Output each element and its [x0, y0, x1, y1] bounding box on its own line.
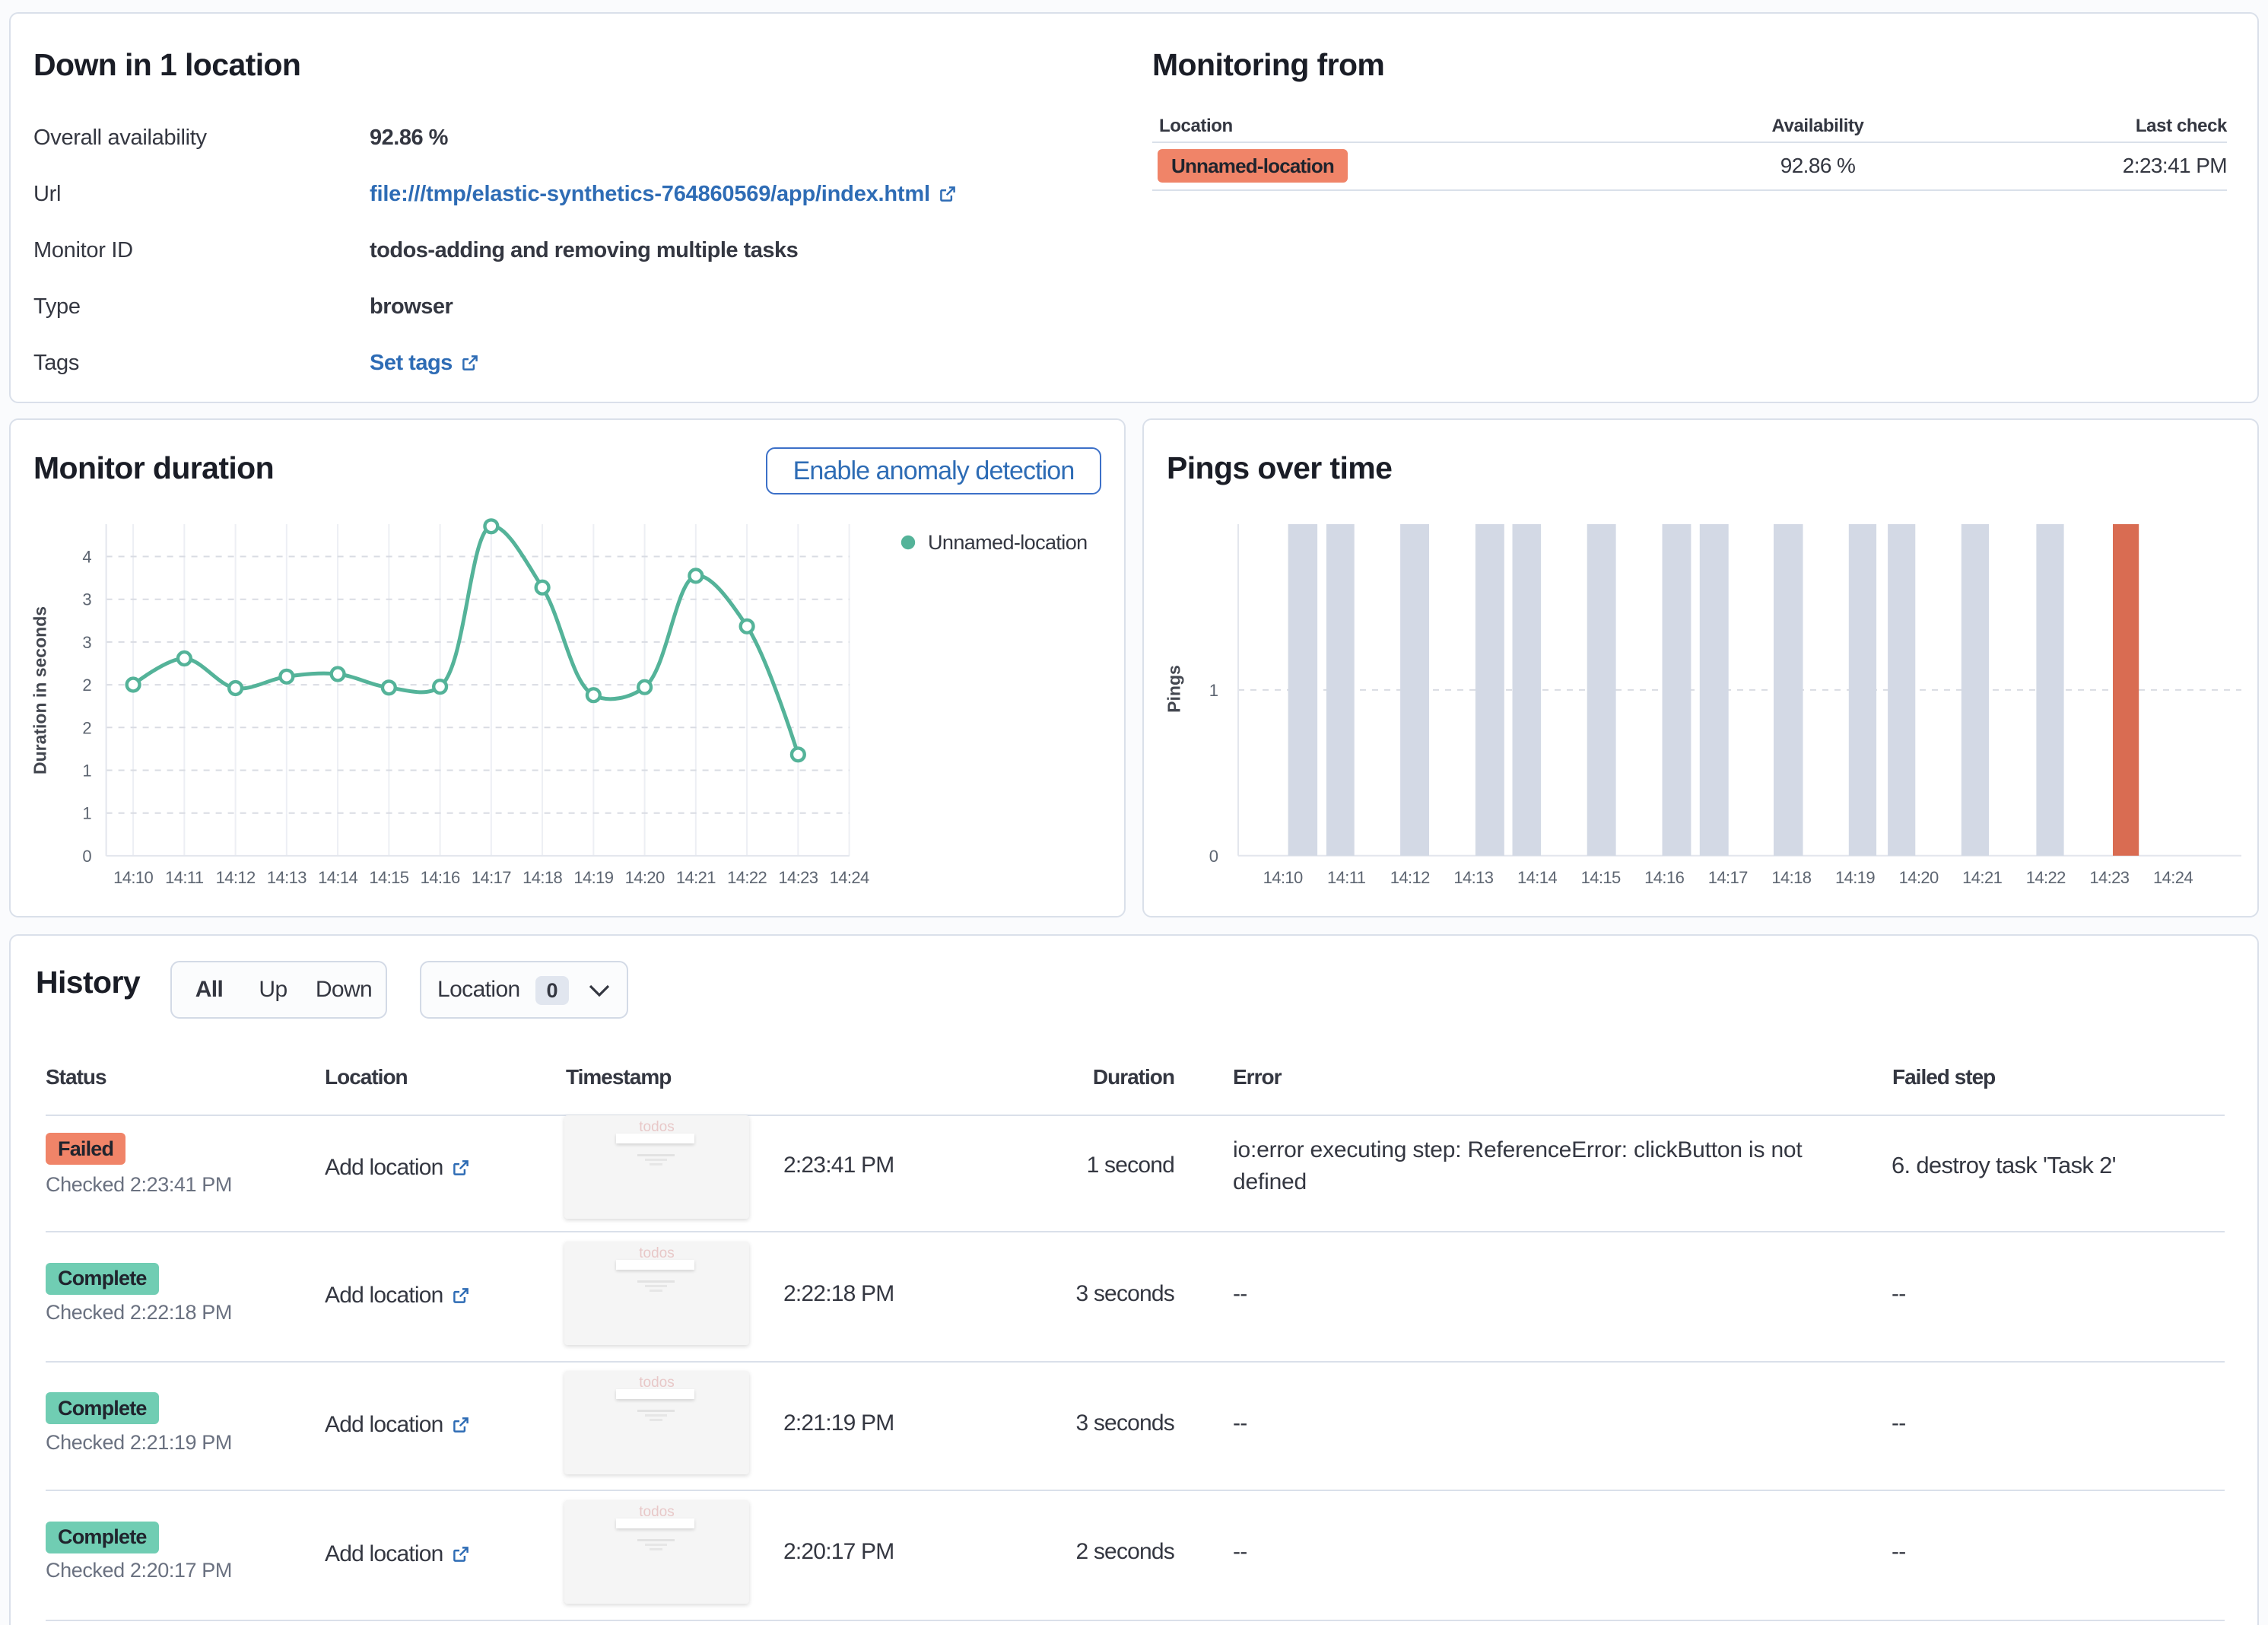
- svg-text:14:19: 14:19: [573, 868, 613, 887]
- svg-text:14:18: 14:18: [1771, 868, 1811, 887]
- svg-text:1: 1: [82, 762, 91, 781]
- svg-text:14:19: 14:19: [1835, 868, 1875, 887]
- svg-text:14:17: 14:17: [1708, 868, 1748, 887]
- svg-text:14:17: 14:17: [472, 868, 511, 887]
- svg-text:14:20: 14:20: [625, 868, 665, 887]
- svg-text:4: 4: [82, 548, 91, 567]
- svg-text:14:24: 14:24: [2153, 868, 2193, 887]
- svg-text:14:12: 14:12: [1390, 868, 1430, 887]
- svg-text:14:20: 14:20: [1899, 868, 1939, 887]
- svg-text:14:21: 14:21: [676, 868, 716, 887]
- svg-text:14:16: 14:16: [421, 868, 460, 887]
- svg-text:14:10: 14:10: [1263, 868, 1303, 887]
- svg-text:14:10: 14:10: [113, 868, 153, 887]
- svg-text:2: 2: [82, 718, 91, 737]
- svg-text:14:13: 14:13: [1453, 868, 1493, 887]
- svg-text:14:16: 14:16: [1644, 868, 1684, 887]
- svg-text:2: 2: [82, 676, 91, 695]
- svg-text:14:18: 14:18: [523, 868, 562, 887]
- svg-text:0: 0: [1209, 847, 1218, 866]
- svg-text:14:15: 14:15: [1581, 868, 1621, 887]
- svg-text:14:15: 14:15: [369, 868, 408, 887]
- svg-text:14:22: 14:22: [2026, 868, 2066, 887]
- svg-text:14:24: 14:24: [830, 868, 869, 887]
- svg-text:1: 1: [1209, 681, 1218, 700]
- svg-text:3: 3: [82, 633, 91, 652]
- svg-text:14:14: 14:14: [318, 868, 357, 887]
- svg-text:14:22: 14:22: [727, 868, 767, 887]
- svg-text:14:11: 14:11: [1327, 868, 1366, 887]
- svg-text:3: 3: [82, 590, 91, 609]
- svg-text:1: 1: [82, 804, 91, 823]
- svg-text:14:12: 14:12: [216, 868, 256, 887]
- svg-text:14:23: 14:23: [2089, 868, 2129, 887]
- svg-text:14:23: 14:23: [778, 868, 818, 887]
- svg-text:14:13: 14:13: [267, 868, 307, 887]
- svg-text:14:14: 14:14: [1517, 868, 1557, 887]
- svg-text:14:11: 14:11: [165, 868, 204, 887]
- svg-text:14:21: 14:21: [1962, 868, 2002, 887]
- svg-text:0: 0: [82, 847, 91, 866]
